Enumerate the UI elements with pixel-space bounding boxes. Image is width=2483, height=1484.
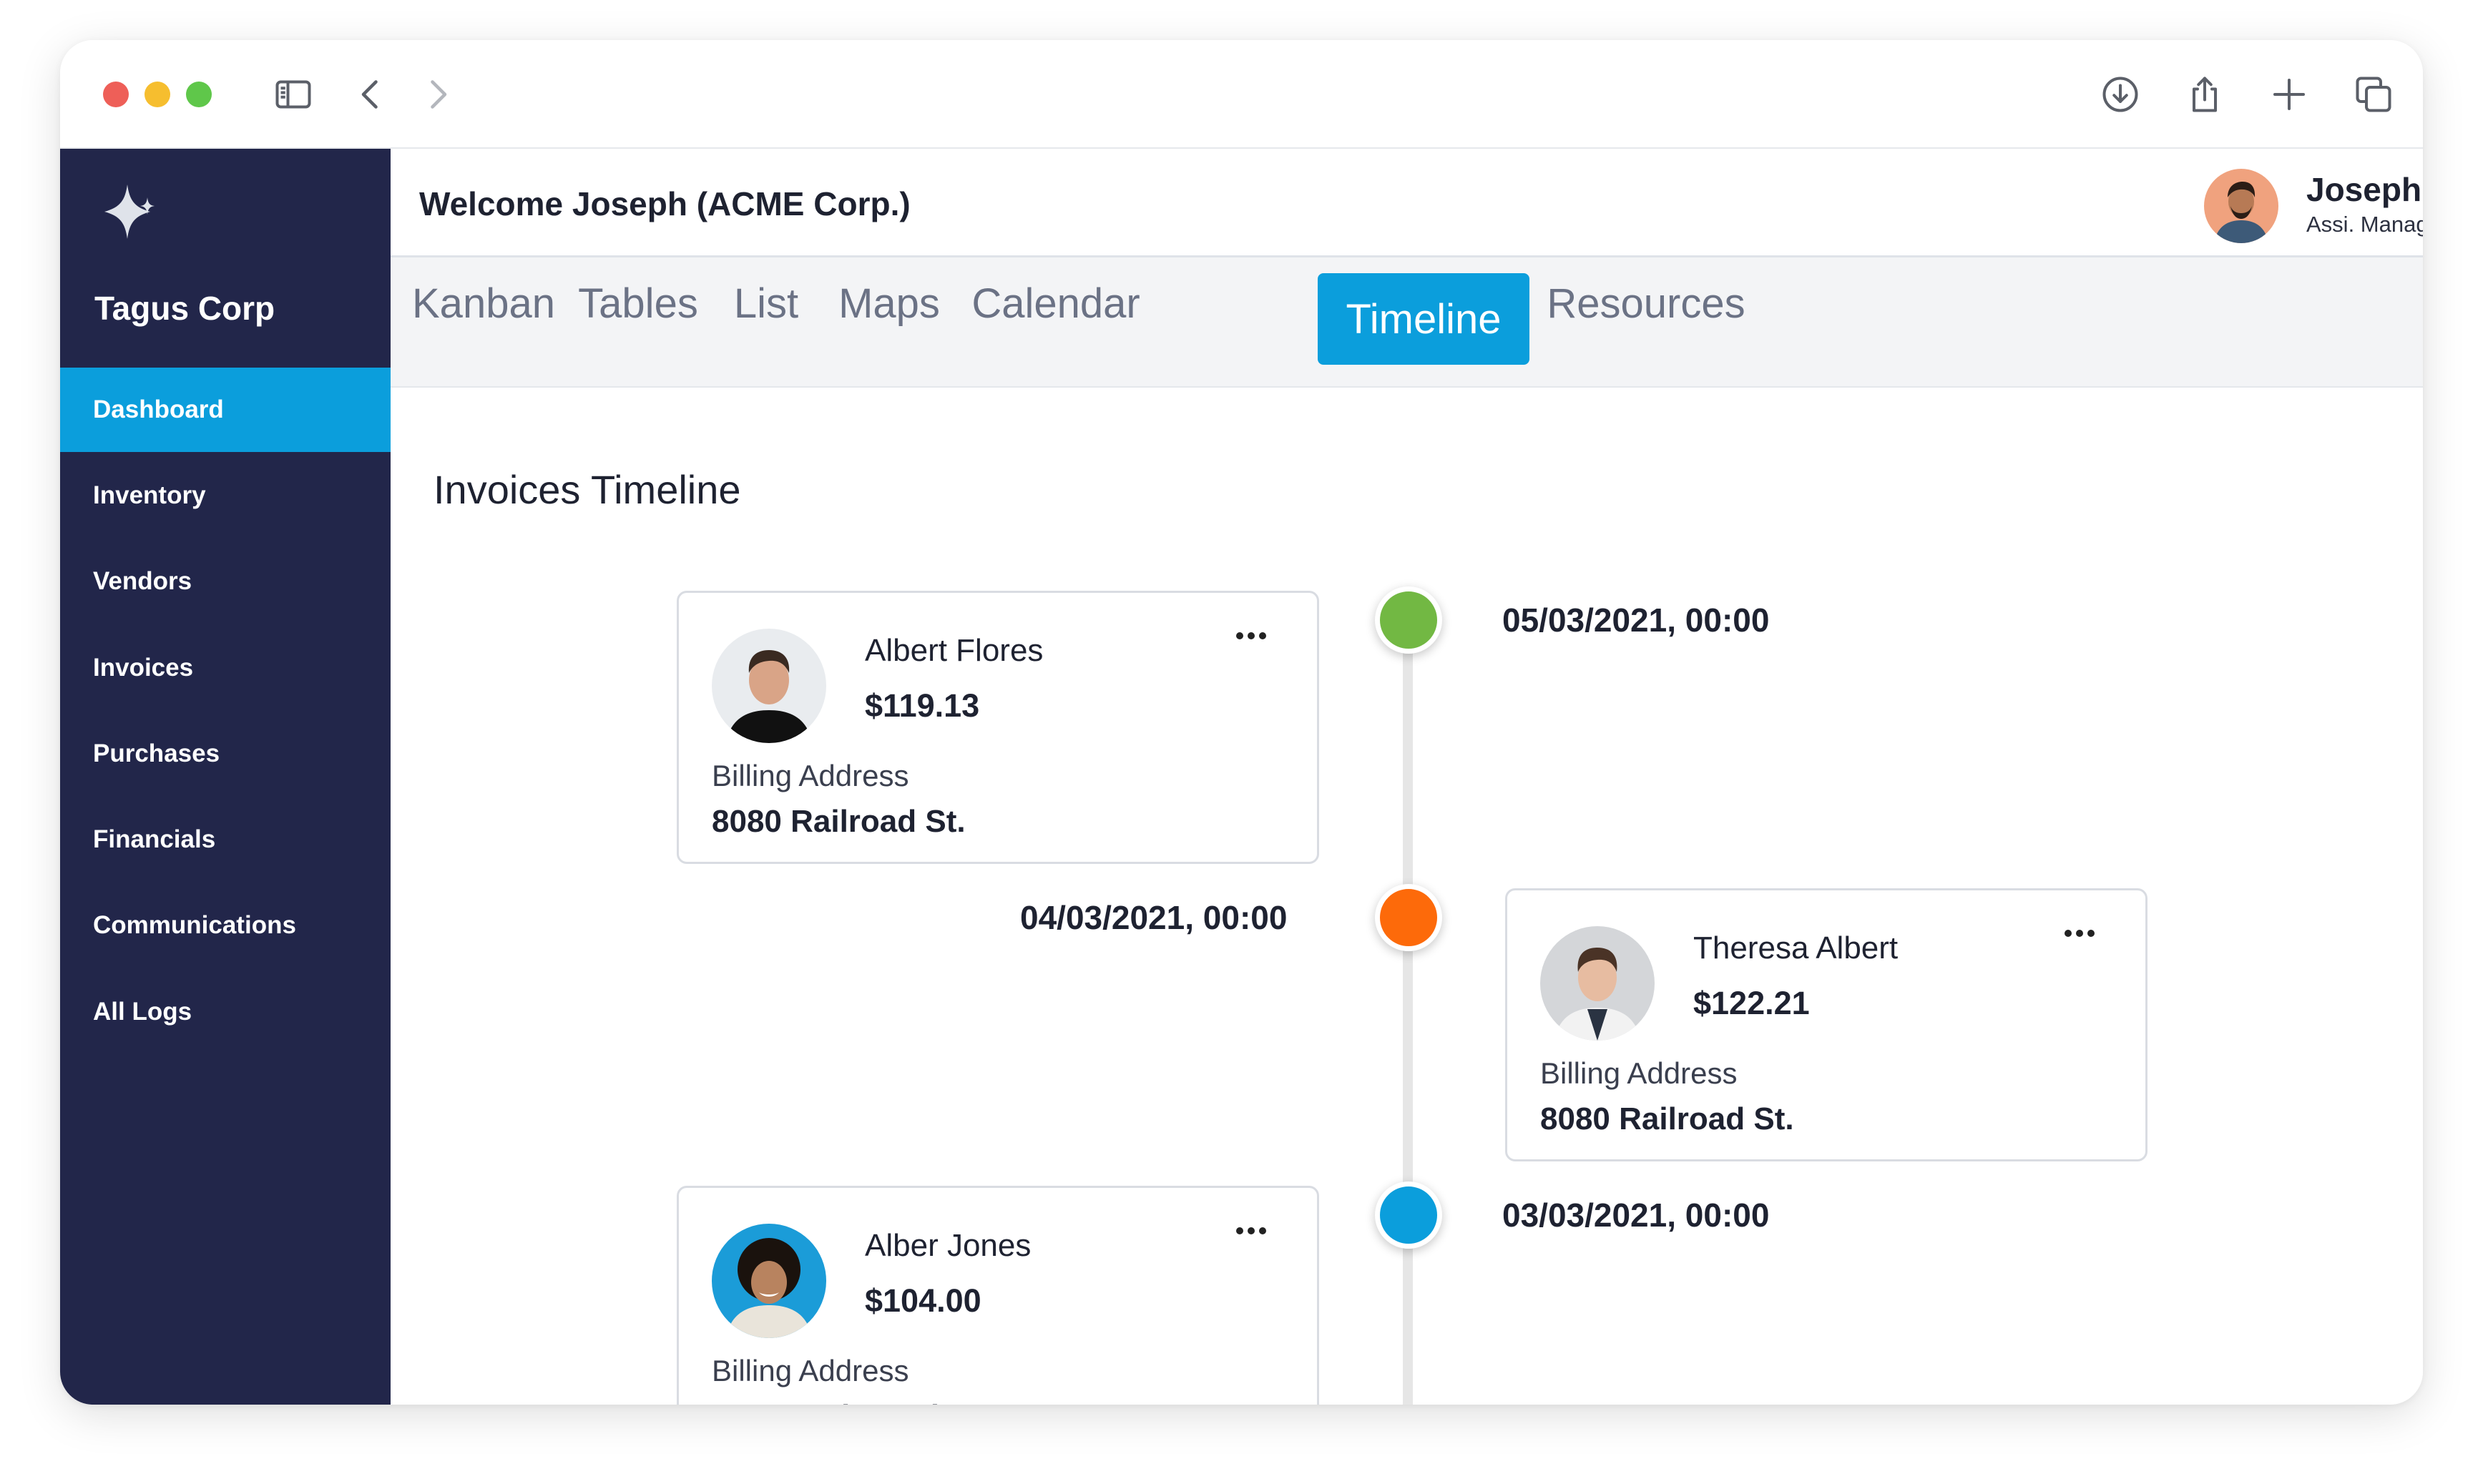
user-name: Joseph	[2306, 171, 2422, 208]
browser-window: Tagus Corp Dashboard Inventory Vendors I…	[60, 40, 2423, 1405]
close-window-button[interactable]	[103, 82, 129, 107]
tab-timeline[interactable]: Timeline	[1318, 273, 1529, 365]
page-title: Invoices Timeline	[434, 467, 741, 512]
sidebar-item-all-logs[interactable]: All Logs	[60, 970, 391, 1054]
more-options-icon[interactable]	[1230, 1217, 1273, 1245]
tabs-overview-icon[interactable]	[2348, 69, 2399, 120]
timeline-line	[1403, 602, 1413, 1405]
sidebar-toggle-icon[interactable]	[268, 69, 319, 120]
invoice-amount: $104.00	[865, 1282, 981, 1319]
sidebar-item-invoices[interactable]: Invoices	[60, 626, 391, 710]
welcome-message: Welcome Joseph (ACME Corp.)	[419, 185, 911, 222]
browser-toolbar	[60, 40, 2423, 149]
share-icon[interactable]	[2179, 69, 2230, 120]
billing-address-label: Billing Address	[712, 759, 909, 792]
main-content: Invoices Timeline 05/03/2021, 00:00 Albe…	[391, 388, 2423, 1405]
maximize-window-button[interactable]	[186, 82, 212, 107]
billing-address: 3605 Parker Rd.	[712, 1399, 948, 1405]
timeline-date: 04/03/2021, 00:00	[1020, 899, 1288, 936]
user-avatar[interactable]	[2204, 169, 2278, 243]
view-tabs: Kanban Tables List Maps Calendar Timelin…	[391, 257, 2423, 388]
billing-address: 8080 Railroad St.	[712, 804, 966, 839]
avatar	[1540, 926, 1655, 1041]
more-options-icon[interactable]	[2058, 919, 2101, 948]
sidebar-item-financials[interactable]: Financials	[60, 797, 391, 882]
sidebar-item-dashboard[interactable]: Dashboard	[60, 368, 391, 452]
tab-resources[interactable]: Resources	[1542, 257, 1750, 349]
avatar	[712, 1224, 826, 1338]
tab-calendar[interactable]: Calendar	[963, 257, 1149, 349]
user-role: Assi. Manager	[2306, 212, 2423, 237]
billing-address-label: Billing Address	[1540, 1056, 1738, 1090]
customer-name: Albert Flores	[865, 633, 1044, 668]
timeline-date: 05/03/2021, 00:00	[1502, 601, 1770, 639]
minimize-window-button[interactable]	[145, 82, 170, 107]
invoice-amount: $122.21	[1693, 985, 1810, 1021]
avatar	[712, 629, 826, 743]
tab-tables[interactable]: Tables	[567, 257, 710, 349]
sidebar-item-purchases[interactable]: Purchases	[60, 712, 391, 796]
tab-list[interactable]: List	[715, 257, 817, 349]
invoice-card[interactable]: Theresa Albert $122.21 Billing Address 8…	[1505, 888, 2147, 1161]
tab-kanban[interactable]: Kanban	[411, 257, 557, 349]
brand-sparkle-icon	[94, 177, 163, 246]
tab-maps[interactable]: Maps	[824, 257, 954, 349]
more-options-icon[interactable]	[1230, 621, 1273, 650]
invoice-card[interactable]: Albert Flores $119.13 Billing Address 80…	[677, 591, 1319, 864]
download-icon[interactable]	[2095, 69, 2146, 120]
timeline-dot-green	[1375, 586, 1442, 654]
forward-icon[interactable]	[412, 69, 464, 120]
timeline-date: 03/03/2021, 00:00	[1502, 1196, 1770, 1234]
customer-name: Alber Jones	[865, 1228, 1032, 1263]
back-icon[interactable]	[345, 69, 396, 120]
sidebar-item-communications[interactable]: Communications	[60, 883, 391, 968]
customer-name: Theresa Albert	[1693, 930, 1899, 965]
sidebar: Tagus Corp Dashboard Inventory Vendors I…	[60, 149, 391, 1405]
invoice-amount: $119.13	[865, 687, 980, 724]
timeline-dot-blue	[1375, 1181, 1442, 1249]
billing-address: 8080 Railroad St.	[1540, 1101, 1794, 1136]
brand-name: Tagus Corp	[94, 290, 275, 327]
top-header: Welcome Joseph (ACME Corp.) Joseph Assi.…	[391, 149, 2423, 257]
new-tab-icon[interactable]	[2263, 69, 2315, 120]
sidebar-item-inventory[interactable]: Inventory	[60, 453, 391, 538]
sidebar-item-vendors[interactable]: Vendors	[60, 539, 391, 624]
invoice-card[interactable]: Alber Jones $104.00 Billing Address 3605…	[677, 1186, 1319, 1405]
timeline-dot-orange	[1375, 884, 1442, 951]
billing-address-label: Billing Address	[712, 1354, 909, 1387]
